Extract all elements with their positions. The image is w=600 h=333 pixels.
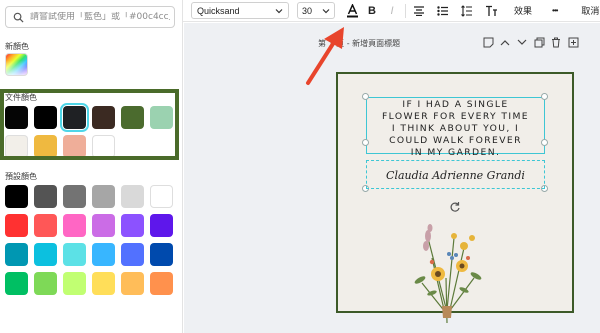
color-swatch[interactable]	[34, 185, 57, 208]
note-icon[interactable]	[482, 36, 494, 48]
search-icon	[13, 12, 24, 23]
color-panel: 新顏色 文件顏色 預設顏色	[0, 0, 183, 333]
quote-line: IF I HAD A SINGLE	[402, 99, 509, 110]
chevron-up-icon[interactable]	[499, 36, 511, 48]
color-swatch[interactable]	[34, 214, 57, 237]
bullet-list-icon	[437, 5, 448, 16]
color-swatch[interactable]	[150, 214, 173, 237]
color-swatch[interactable]	[121, 214, 144, 237]
color-swatch[interactable]	[34, 243, 57, 266]
resize-handle[interactable]	[362, 93, 369, 100]
chevron-down-icon[interactable]	[516, 36, 528, 48]
resize-handle[interactable]	[541, 93, 548, 100]
flower-bouquet-illustration[interactable]	[402, 218, 492, 328]
color-swatch[interactable]	[5, 272, 28, 295]
annotation-arrow	[306, 27, 344, 85]
align-button[interactable]	[412, 4, 426, 18]
color-swatch[interactable]	[92, 185, 115, 208]
color-swatch[interactable]	[150, 185, 173, 208]
rotate-icon[interactable]	[449, 201, 461, 213]
more-options-button[interactable]: •••	[552, 6, 558, 15]
text-color-button[interactable]	[345, 3, 359, 18]
color-swatch[interactable]	[150, 272, 173, 295]
signature-text-box[interactable]: Claudia Adrienne Grandi	[366, 160, 545, 189]
resize-handle[interactable]	[362, 139, 369, 146]
trash-icon[interactable]	[550, 36, 562, 48]
color-swatch[interactable]	[63, 243, 86, 266]
spacing-button[interactable]	[460, 4, 474, 18]
effects-button[interactable]: 效果	[514, 4, 532, 17]
bold-icon: B	[368, 4, 376, 17]
italic-button[interactable]: I	[385, 4, 399, 18]
align-center-icon	[414, 5, 424, 16]
cancel-button[interactable]: 取消	[581, 4, 599, 17]
bold-button[interactable]: B	[365, 4, 379, 18]
text-color-icon	[346, 3, 358, 17]
color-swatch[interactable]	[92, 214, 115, 237]
chevron-down-icon	[275, 8, 283, 13]
color-swatch[interactable]	[121, 243, 144, 266]
font-size-dropdown[interactable]: 30	[297, 2, 335, 19]
quote-line: IN MY GARDEN.	[410, 147, 501, 158]
color-search-input[interactable]	[30, 12, 170, 22]
text-size-icon	[485, 5, 497, 16]
quote-line: I THINK ABOUT YOU, I	[391, 123, 520, 134]
resize-handle[interactable]	[541, 139, 548, 146]
quote-line: FLOWER FOR EVERY TIME	[382, 111, 529, 122]
new-color-picker-button[interactable]	[5, 53, 28, 76]
default-colors-grid	[5, 185, 173, 295]
color-swatch[interactable]	[121, 185, 144, 208]
italic-icon: I	[390, 4, 394, 17]
document-colors-label: 文件顏色	[5, 93, 37, 102]
list-button[interactable]	[436, 4, 450, 18]
color-swatch[interactable]	[5, 243, 28, 266]
color-swatch[interactable]	[63, 214, 86, 237]
toolbar-divider	[405, 3, 406, 18]
color-swatch[interactable]	[34, 272, 57, 295]
duplicate-page-icon[interactable]	[533, 36, 545, 48]
color-swatch[interactable]	[5, 185, 28, 208]
quote-line: COULD WALK FOREVER	[389, 135, 522, 146]
quote-text-box[interactable]: IF I HAD A SINGLE FLOWER FOR EVERY TIME …	[366, 97, 545, 158]
color-swatch[interactable]	[5, 214, 28, 237]
color-swatch[interactable]	[150, 243, 173, 266]
color-swatch[interactable]	[121, 272, 144, 295]
new-color-label: 新顏色	[5, 42, 29, 51]
color-swatch[interactable]	[63, 185, 86, 208]
signature-text: Claudia Adrienne Grandi	[386, 169, 525, 182]
color-swatch[interactable]	[63, 272, 86, 295]
line-spacing-icon	[461, 4, 472, 17]
page-controls	[482, 36, 579, 48]
color-swatch[interactable]	[92, 243, 115, 266]
color-search-box[interactable]	[5, 6, 175, 28]
text-size-button[interactable]	[484, 4, 498, 18]
color-swatch[interactable]	[92, 272, 115, 295]
text-toolbar: Quicksand 30 B I 效果 ••• 取消	[183, 0, 600, 22]
font-size-value: 30	[302, 5, 313, 16]
default-colors-label: 預設顏色	[5, 172, 37, 181]
font-family-dropdown[interactable]: Quicksand	[191, 2, 289, 19]
add-page-icon[interactable]	[567, 36, 579, 48]
chevron-down-icon	[322, 8, 330, 13]
font-family-value: Quicksand	[197, 5, 240, 16]
